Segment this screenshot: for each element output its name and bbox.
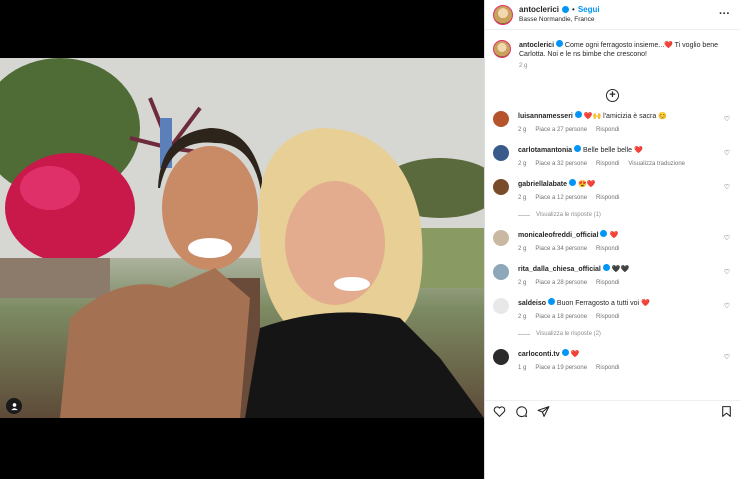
- follow-button[interactable]: Segui: [578, 5, 600, 15]
- heart-icon[interactable]: ♡: [724, 353, 730, 361]
- commenter-avatar[interactable]: [493, 264, 509, 280]
- verified-badge-icon: [574, 111, 582, 118]
- comment-time: 2 g: [518, 127, 527, 133]
- comment-time: 2 g: [518, 280, 527, 286]
- post-photo[interactable]: [0, 58, 484, 418]
- separator-dot: •: [572, 4, 575, 14]
- author-username[interactable]: antoclerici: [519, 5, 559, 15]
- post-side-panel: antoclerici • Segui Basse Normandie, Fra…: [484, 0, 740, 479]
- heart-icon[interactable]: ♡: [724, 234, 730, 242]
- verified-badge-icon: [547, 298, 555, 305]
- reply-button[interactable]: Rispondi: [596, 160, 619, 169]
- author-avatar[interactable]: [493, 4, 513, 25]
- heart-icon[interactable]: ♡: [724, 302, 730, 310]
- comment-text: 🖤🖤: [611, 266, 630, 273]
- comment-time: 2 g: [518, 246, 527, 252]
- translate-button[interactable]: Visualizza traduzione: [628, 160, 685, 169]
- view-replies-label: Visualizza le risposte (2): [536, 331, 601, 337]
- reply-button[interactable]: Rispondi: [596, 126, 619, 135]
- reply-button[interactable]: Rispondi: [596, 313, 619, 322]
- load-more-comments[interactable]: +: [485, 85, 740, 103]
- replies-divider: [518, 215, 530, 216]
- commenter-username[interactable]: saldeiso: [518, 300, 546, 307]
- post-actions: [485, 400, 740, 422]
- comment-item: monicaleofreddi_official ❤️ 2 g Piace a 34…: [485, 230, 740, 254]
- commenter-avatar[interactable]: [493, 111, 509, 127]
- comments-list[interactable]: antoclerici Come ogni ferragosto insieme…: [485, 36, 740, 396]
- commenter-avatar[interactable]: [493, 349, 509, 365]
- comment-item: carloconti.tv ❤️ 1 g Piace a 19 persone Ris…: [485, 349, 740, 373]
- comment-likes[interactable]: Piace a 19 persone: [535, 364, 587, 373]
- reply-button[interactable]: Rispondi: [596, 279, 619, 288]
- view-replies-button[interactable]: Visualizza le risposte (1): [518, 211, 718, 220]
- caption-username[interactable]: antoclerici: [519, 42, 554, 49]
- reply-button[interactable]: Rispondi: [596, 194, 619, 203]
- selfie-image: [0, 58, 484, 418]
- comment-time: 1 g: [518, 365, 527, 371]
- commenter-username[interactable]: carlotamantonia: [518, 147, 572, 154]
- comment-item: carlotamantonia Belle belle belle ❤️ 2 g P…: [485, 145, 740, 169]
- caption-time: 2 g: [519, 63, 528, 69]
- comment-text: 😍❤️: [577, 181, 596, 188]
- verified-badge-icon: [600, 230, 608, 237]
- view-replies-button[interactable]: Visualizza le risposte (2): [518, 330, 718, 339]
- commenter-username[interactable]: monicaleofreddi_official: [518, 232, 599, 239]
- heart-icon[interactable]: ♡: [724, 115, 730, 123]
- verified-badge-icon: [561, 349, 569, 356]
- comment-likes[interactable]: Piace a 12 persone: [535, 194, 587, 203]
- commenter-username[interactable]: gabriellalabate: [518, 181, 567, 188]
- post-media: [0, 0, 484, 479]
- post-header: antoclerici • Segui Basse Normandie, Fra…: [485, 0, 740, 30]
- post-caption: antoclerici Come ogni ferragosto insieme…: [485, 36, 740, 75]
- comment-time: 2 g: [518, 195, 527, 201]
- reply-button[interactable]: Rispondi: [596, 364, 619, 373]
- commenter-username[interactable]: carloconti.tv: [518, 351, 560, 358]
- view-replies-label: Visualizza le risposte (1): [536, 212, 601, 218]
- reply-button[interactable]: Rispondi: [596, 245, 619, 254]
- send-icon[interactable]: [536, 405, 550, 419]
- heart-icon[interactable]: ♡: [724, 268, 730, 276]
- verified-badge-icon: [555, 40, 563, 47]
- more-horizontal-icon[interactable]: ···: [719, 8, 730, 20]
- comment-time: 2 g: [518, 161, 527, 167]
- bookmark-icon[interactable]: [719, 405, 733, 419]
- comment-item: gabriellalabate 😍❤️ 2 g Piace a 12 persone…: [485, 179, 740, 220]
- comment-text: Buon Ferragosto a tutti voi ❤️: [556, 300, 650, 307]
- verified-badge-icon: [602, 264, 610, 271]
- commenter-avatar[interactable]: [493, 298, 509, 314]
- comment-item: saldeiso Buon Ferragosto a tutti voi ❤️ 2…: [485, 298, 740, 339]
- comment-text: Belle belle belle ❤️: [582, 147, 643, 154]
- verified-badge-icon: [562, 6, 570, 13]
- commenter-avatar[interactable]: [493, 230, 509, 246]
- comment-text: ❤️: [570, 351, 580, 358]
- comment-time: 2 g: [518, 314, 527, 320]
- plus-circle-icon[interactable]: +: [606, 89, 619, 102]
- comment-likes[interactable]: Piace a 28 persone: [535, 279, 587, 288]
- verified-badge-icon: [568, 179, 576, 186]
- replies-divider: [518, 334, 530, 335]
- comment-likes[interactable]: Piace a 18 persone: [535, 313, 587, 322]
- commenter-username[interactable]: luisannamesseri: [518, 113, 573, 120]
- comment-text: ❤️: [609, 232, 619, 239]
- caption-avatar[interactable]: [493, 40, 511, 58]
- heart-icon[interactable]: [492, 405, 506, 419]
- user-tag-icon[interactable]: [6, 398, 22, 414]
- commenter-avatar[interactable]: [493, 179, 509, 195]
- comment-text: ❤️🙌 l'amicizia è sacra 😊: [583, 113, 667, 120]
- commenter-avatar[interactable]: [493, 145, 509, 161]
- verified-badge-icon: [574, 145, 582, 152]
- comment-item: rita_dalla_chiesa_official 🖤🖤 2 g Piace a …: [485, 264, 740, 288]
- comment-item: luisannamesseri ❤️🙌 l'amicizia è sacra 😊…: [485, 111, 740, 135]
- commenter-username[interactable]: rita_dalla_chiesa_official: [518, 266, 601, 273]
- comment-likes[interactable]: Piace a 34 persone: [535, 245, 587, 254]
- comment-icon[interactable]: [514, 405, 528, 419]
- comment-likes[interactable]: Piace a 32 persone: [535, 160, 587, 169]
- post-location[interactable]: Basse Normandie, France: [519, 15, 600, 25]
- comment-likes[interactable]: Piace a 27 persone: [535, 126, 587, 135]
- heart-icon[interactable]: ♡: [724, 183, 730, 191]
- heart-icon[interactable]: ♡: [724, 149, 730, 157]
